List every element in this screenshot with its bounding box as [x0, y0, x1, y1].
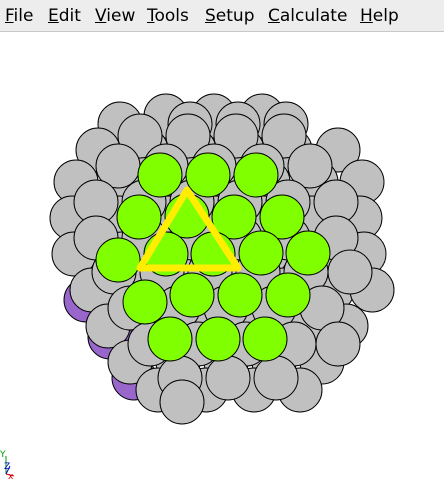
menu-view-mnemonic: V — [95, 6, 107, 26]
menu-file-mnemonic: F — [5, 6, 14, 26]
green-atom[interactable] — [185, 152, 231, 198]
menu-tools[interactable]: Tools — [147, 6, 189, 26]
green-atom[interactable] — [147, 316, 193, 362]
menu-bar: File Edit View Tools Setup Calculate Hel… — [0, 0, 444, 32]
menu-tools-rest: ools — [154, 6, 189, 26]
green-atom[interactable] — [242, 316, 288, 362]
atoms-layer — [49, 93, 395, 425]
gray-atom[interactable] — [205, 355, 251, 401]
menu-view-rest: iew — [106, 6, 136, 26]
menu-edit[interactable]: Edit — [48, 6, 81, 26]
menu-help[interactable]: Help — [360, 6, 399, 26]
menu-view[interactable]: View — [95, 6, 135, 26]
green-atom[interactable] — [169, 272, 215, 318]
menu-setup-rest: etup — [215, 6, 255, 26]
menu-calculate-mnemonic: C — [268, 6, 280, 26]
menu-edit-mnemonic: E — [48, 6, 59, 26]
gray-atom[interactable] — [159, 379, 205, 425]
menu-tools-mnemonic: T — [147, 6, 155, 26]
axis-orientation-triad: Y Z x — [0, 450, 15, 480]
x-axis-label: x — [8, 472, 14, 480]
menu-setup[interactable]: Setup — [205, 6, 255, 26]
gray-atom[interactable] — [253, 355, 299, 401]
app-window: File Edit View Tools Setup Calculate Hel… — [0, 0, 444, 480]
green-atom[interactable] — [137, 152, 183, 198]
atom-cluster-scene[interactable] — [0, 32, 444, 480]
menu-file[interactable]: File — [5, 6, 33, 26]
structure-viewport[interactable]: Y Z x — [0, 32, 444, 480]
menu-calculate-rest: alculate — [279, 6, 348, 26]
menu-calculate[interactable]: Calculate — [268, 6, 347, 26]
y-axis-label: Y — [0, 450, 6, 460]
z-axis-label: Z — [4, 462, 10, 472]
gray-atom[interactable] — [315, 321, 361, 367]
green-atom[interactable] — [233, 152, 279, 198]
green-atom[interactable] — [217, 272, 263, 318]
green-atom[interactable] — [122, 279, 168, 325]
green-atom[interactable] — [285, 230, 331, 276]
green-atom[interactable] — [95, 237, 141, 283]
green-atom[interactable] — [195, 316, 241, 362]
menu-setup-mnemonic: S — [205, 6, 216, 26]
green-atom[interactable] — [116, 194, 162, 240]
green-atom[interactable] — [265, 272, 311, 318]
green-atom[interactable] — [238, 230, 284, 276]
menu-file-rest: ile — [13, 6, 34, 26]
gray-atom[interactable] — [327, 249, 373, 295]
menu-help-rest: elp — [372, 6, 399, 26]
menu-edit-rest: dit — [58, 6, 81, 26]
menu-help-mnemonic: H — [360, 6, 373, 26]
